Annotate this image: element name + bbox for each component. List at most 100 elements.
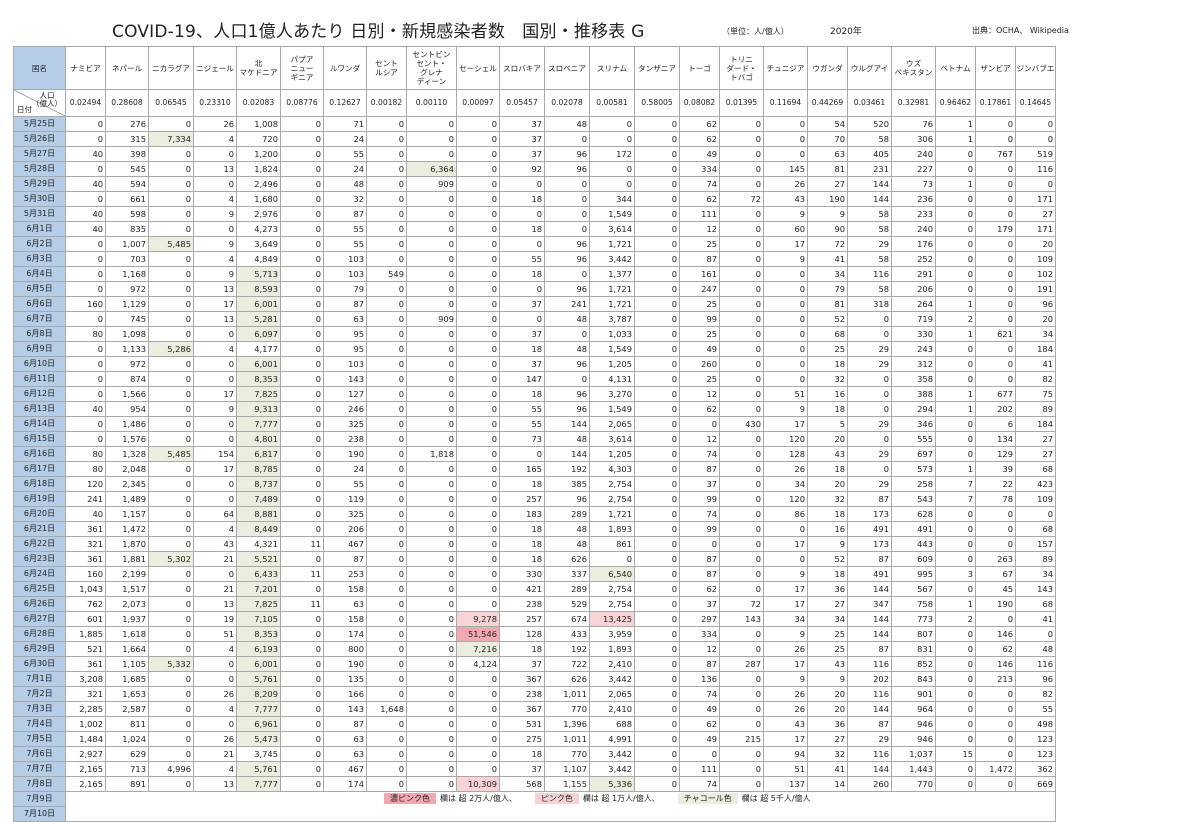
date-cell: 6月20日 xyxy=(13,506,66,522)
case-value: 325 xyxy=(323,416,367,432)
case-value: 54 xyxy=(807,116,848,132)
case-value: 0 xyxy=(148,506,194,522)
case-value: 0 xyxy=(935,236,976,252)
case-value: 0 xyxy=(366,446,407,462)
case-value: 0 xyxy=(366,536,407,552)
case-value: 0 xyxy=(148,611,194,627)
case-value: 4,177 xyxy=(236,341,281,357)
case-value: 0 xyxy=(544,221,590,237)
case-value: 157 xyxy=(1015,536,1056,552)
case-value: 811 xyxy=(105,716,149,732)
table-row: 6月16日 80 1,328 5,485 154 6,817 0 190 0 1,818 0 0 144… xyxy=(13,446,1056,462)
population-value: 0.00110 xyxy=(406,89,457,117)
case-value: 529 xyxy=(544,596,590,612)
table-row: 6月12日 0 1,566 0 17 7,825 0 127 0 0 0 18 96 3,270 0 12 0 5… xyxy=(13,386,1056,402)
case-value: 0 xyxy=(406,611,457,627)
case-value: 21 xyxy=(193,551,237,567)
date-cell: 6月30日 xyxy=(13,656,66,672)
case-value: 0 xyxy=(280,311,324,327)
case-value: 127 xyxy=(323,386,367,402)
case-value: 2,587 xyxy=(105,701,149,717)
case-value: 3,959 xyxy=(589,626,635,642)
case-value: 0 xyxy=(406,356,457,372)
case-value: 344 xyxy=(589,191,635,207)
case-value: 32 xyxy=(323,191,367,207)
case-value: 0 xyxy=(719,311,764,327)
case-value: 4,991 xyxy=(589,731,635,747)
table-row: 6月1日 40 835 0 0 4,273 0 55 0 0 0 18 0 3,614 0 12 0 60 90 58… xyxy=(13,221,1056,237)
country-name: セント ルシア xyxy=(366,46,407,90)
case-value: 231 xyxy=(847,161,892,177)
case-value: 0 xyxy=(456,191,500,207)
case-value: 246 xyxy=(323,401,367,417)
case-value: 0 xyxy=(719,746,764,762)
case-value: 0 xyxy=(148,536,194,552)
case-value: 171 xyxy=(1015,221,1056,237)
case-value: 0 xyxy=(935,146,976,162)
case-value: 0 xyxy=(1015,131,1056,147)
case-value: 17 xyxy=(763,416,808,432)
case-value: 767 xyxy=(975,146,1016,162)
population-header: 人口 （億人） 日付 xyxy=(13,89,66,117)
case-value: 20 xyxy=(807,686,848,702)
case-value: 0 xyxy=(719,386,764,402)
case-value: 154 xyxy=(193,446,237,462)
case-value: 26 xyxy=(763,686,808,702)
case-value: 191 xyxy=(1015,281,1056,297)
case-value: 3,270 xyxy=(589,386,635,402)
case-value: 555 xyxy=(891,431,936,447)
case-value: 0 xyxy=(763,521,808,537)
case-value: 0 xyxy=(280,611,324,627)
case-value: 81 xyxy=(807,161,848,177)
case-value: 2,754 xyxy=(589,476,635,492)
case-value: 1,566 xyxy=(105,386,149,402)
source-label: 出典：OCHA、 Wikipedia xyxy=(972,26,1069,35)
case-value: 0 xyxy=(148,581,194,597)
case-value: 0 xyxy=(456,206,500,222)
case-value: 0 xyxy=(280,581,324,597)
case-value: 1,155 xyxy=(544,776,590,792)
case-value: 0 xyxy=(148,701,194,717)
case-value: 0 xyxy=(148,596,194,612)
case-value: 0 xyxy=(193,656,237,672)
case-value: 7,216 xyxy=(456,641,500,657)
case-value: 14 xyxy=(807,776,848,792)
date-cell: 6月18日 xyxy=(13,476,66,492)
case-value: 238 xyxy=(499,596,545,612)
population-value: 0.11694 xyxy=(763,89,808,117)
case-value: 103 xyxy=(323,251,367,267)
case-value: 964 xyxy=(891,701,936,717)
case-value: 8,737 xyxy=(236,476,281,492)
case-value: 0 xyxy=(280,641,324,657)
case-value: 0 xyxy=(406,326,457,342)
case-value: 0 xyxy=(193,221,237,237)
case-value: 32 xyxy=(807,491,848,507)
table-row: 5月29日 40 594 0 0 2,496 0 48 0 909 0 0 0 0 0 74 0 26 27 144 7… xyxy=(13,176,1056,192)
case-value: 1,885 xyxy=(65,626,106,642)
case-value: 628 xyxy=(891,506,936,522)
case-value: 48 xyxy=(544,341,590,357)
case-value: 909 xyxy=(406,311,457,327)
case-value: 174 xyxy=(323,776,367,792)
case-value: 0 xyxy=(280,671,324,687)
case-value: 0 xyxy=(719,326,764,342)
case-value: 0 xyxy=(634,401,680,417)
case-value: 92 xyxy=(499,161,545,177)
case-value: 0 xyxy=(193,326,237,342)
case-value: 26 xyxy=(193,686,237,702)
table-row: 5月30日 0 661 0 4 1,680 0 32 0 0 0 18 0 344 0 62 72 43 190 14… xyxy=(13,191,1056,207)
case-value: 0 xyxy=(366,686,407,702)
case-value: 0 xyxy=(589,176,635,192)
case-value: 0 xyxy=(280,776,324,792)
case-value: 0 xyxy=(935,671,976,687)
case-value: 241 xyxy=(65,491,106,507)
case-value: 0 xyxy=(366,521,407,537)
case-value: 5,521 xyxy=(236,551,281,567)
case-value: 40 xyxy=(65,206,106,222)
case-value: 25 xyxy=(807,341,848,357)
case-value: 0 xyxy=(366,296,407,312)
case-value: 0 xyxy=(406,521,457,537)
case-value: 4 xyxy=(193,701,237,717)
case-value: 0 xyxy=(935,701,976,717)
case-value: 0 xyxy=(719,401,764,417)
